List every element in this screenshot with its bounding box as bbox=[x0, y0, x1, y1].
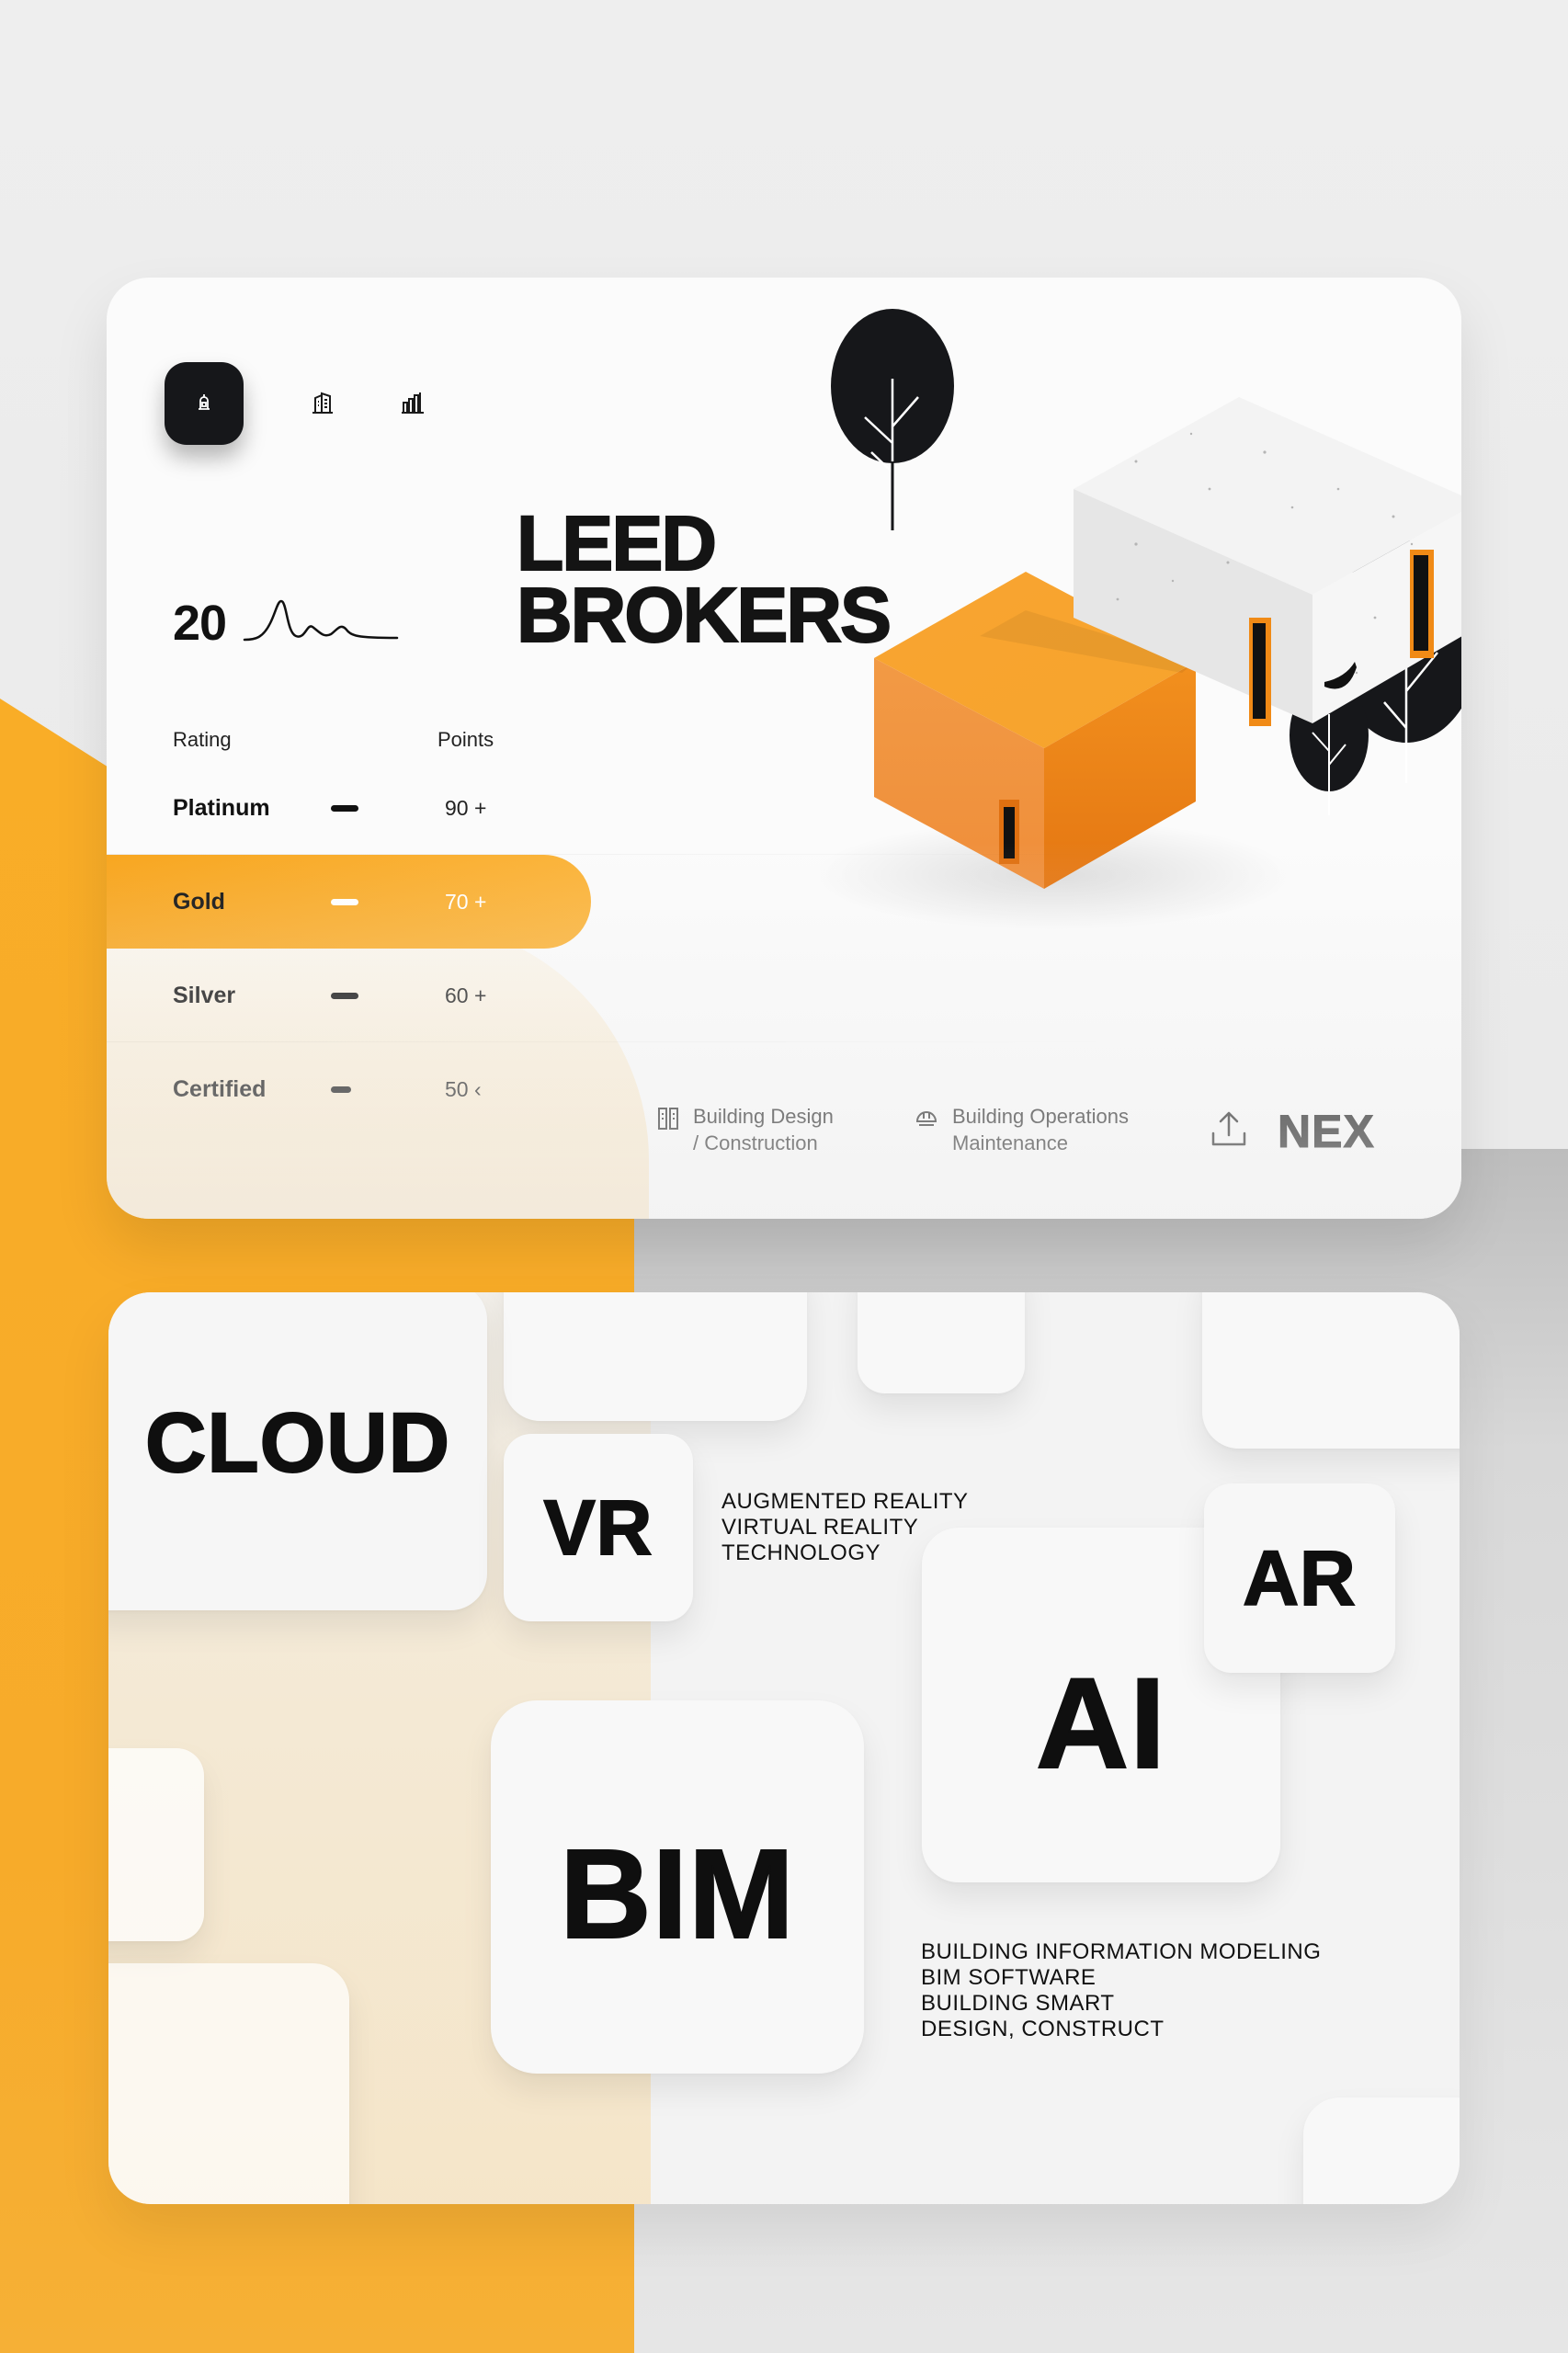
row-rating: Silver bbox=[173, 982, 236, 1008]
dash-icon bbox=[331, 804, 358, 812]
building-design-link[interactable]: Building Design / Construction bbox=[656, 1103, 834, 1156]
caption-line: VIRTUAL REALITY bbox=[722, 1515, 919, 1540]
empty-tile bbox=[108, 1963, 349, 2204]
row-points: 70 + bbox=[445, 889, 487, 914]
ai-label: AI bbox=[1035, 1650, 1166, 1796]
bim-caption: BUILDING INFORMATION MODELING BIM SOFTWA… bbox=[921, 1939, 1321, 2042]
ar-tile[interactable]: AR bbox=[1204, 1483, 1395, 1673]
vr-label: VR bbox=[543, 1483, 653, 1572]
empty-tile bbox=[1202, 1292, 1460, 1449]
building-design-line-2: / Construction bbox=[693, 1131, 818, 1154]
caption-line: BUILDING SMART bbox=[921, 1991, 1115, 2016]
row-points: 90 + bbox=[445, 795, 487, 820]
upload-icon bbox=[1210, 1109, 1248, 1154]
dash-icon bbox=[331, 992, 358, 999]
table-header-rating: Rating bbox=[173, 728, 232, 751]
row-points: 50 ‹ bbox=[445, 1076, 482, 1101]
city-skyline-icon bbox=[399, 389, 426, 420]
tab-building-bell[interactable] bbox=[165, 362, 244, 445]
nex-button[interactable]: NEX bbox=[1210, 1105, 1375, 1158]
tree-left-icon bbox=[831, 309, 954, 530]
table-row-silver[interactable]: Silver 60 + bbox=[107, 949, 1118, 1042]
row-rating: Platinum bbox=[173, 794, 270, 821]
table-header-points: Points bbox=[437, 728, 494, 751]
dash-icon bbox=[331, 1086, 351, 1093]
building-bell-icon bbox=[192, 390, 216, 417]
stat-value: 20 bbox=[173, 596, 227, 651]
row-rating: Certified bbox=[173, 1075, 267, 1102]
row-points: 60 + bbox=[445, 983, 487, 1007]
hard-hat-icon bbox=[914, 1105, 939, 1139]
caption-line: DESIGN, CONSTRUCT bbox=[921, 2017, 1165, 2041]
technology-card: CLOUD VR AUGMENTED REALITY VIRTUAL REALI… bbox=[108, 1292, 1460, 2204]
tab-office-building[interactable] bbox=[304, 386, 341, 423]
dash-icon bbox=[331, 898, 358, 905]
row-rating: Gold bbox=[173, 888, 225, 915]
stat-widget: 20 bbox=[173, 595, 399, 652]
building-operations-line-2: Maintenance bbox=[952, 1131, 1068, 1154]
caption-line: AUGMENTED REALITY bbox=[722, 1489, 969, 1514]
empty-tile bbox=[108, 1748, 204, 1941]
ar-label: AR bbox=[1242, 1534, 1357, 1622]
empty-tile bbox=[504, 1292, 807, 1421]
bim-label: BIM bbox=[559, 1823, 795, 1966]
leed-card: 20 LEED BROKERS Rating Points Platinum 9… bbox=[107, 278, 1461, 1219]
building-operations-line-1: Building Operations bbox=[952, 1105, 1130, 1128]
empty-tile bbox=[858, 1292, 1025, 1393]
building-operations-link[interactable]: Building Operations Maintenance bbox=[914, 1103, 1129, 1156]
cloud-tile[interactable]: CLOUD bbox=[108, 1292, 487, 1610]
tab-city-skyline[interactable] bbox=[394, 386, 431, 423]
building-design-line-1: Building Design bbox=[693, 1105, 834, 1128]
blueprint-icon bbox=[656, 1105, 680, 1139]
empty-tile bbox=[1303, 2097, 1460, 2204]
table-row-platinum[interactable]: Platinum 90 + bbox=[107, 761, 1118, 855]
table-row-gold[interactable]: Gold 70 + bbox=[107, 855, 1118, 949]
vr-tile[interactable]: VR bbox=[504, 1434, 693, 1621]
caption-line: BIM SOFTWARE bbox=[921, 1965, 1096, 1990]
office-building-icon bbox=[309, 389, 336, 420]
sparkline-icon bbox=[243, 599, 399, 642]
caption-line: BUILDING INFORMATION MODELING bbox=[921, 1939, 1322, 1964]
cloud-label: CLOUD bbox=[144, 1395, 451, 1491]
nex-label: NEX bbox=[1278, 1106, 1375, 1158]
bim-tile[interactable]: BIM bbox=[491, 1700, 864, 2074]
